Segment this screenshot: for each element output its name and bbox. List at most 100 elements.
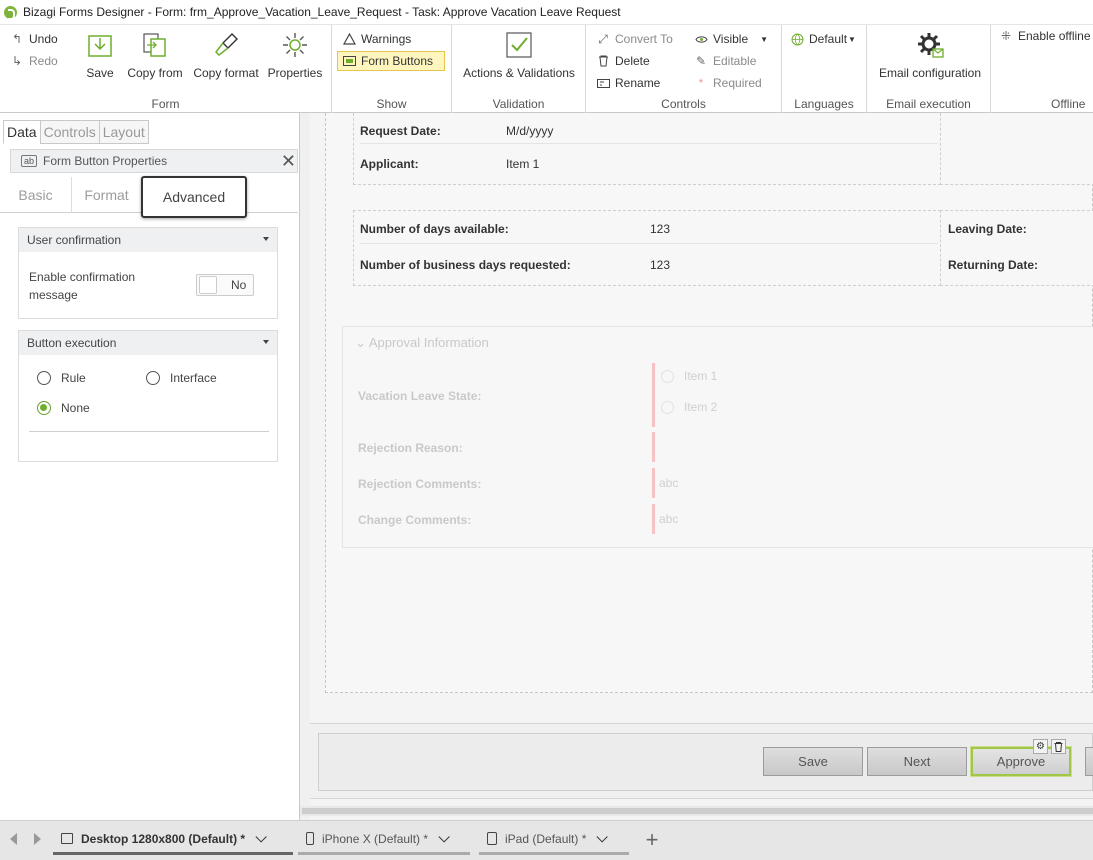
button-control-icon: ab (21, 155, 38, 167)
edit-icon: ✎ (695, 54, 707, 68)
tab-data[interactable]: Data (3, 120, 41, 144)
collapse-caret-icon (263, 237, 269, 241)
warning-icon (342, 32, 356, 46)
form-area: Request Date: M/d/yyyy Applicant: Item 1… (325, 113, 1093, 693)
properties-title: Form Button Properties (43, 154, 168, 168)
ribbon-group-email: Email configuration Email execution (867, 25, 991, 114)
rename-button[interactable]: Rename (596, 76, 660, 90)
device-tab-iphone[interactable]: iPhone X (Default) * (298, 825, 470, 855)
language-dropdown[interactable]: Default ▼ (790, 32, 856, 46)
phone-icon (306, 832, 314, 845)
request-group-right (940, 113, 1093, 185)
device-tab-ipad[interactable]: iPad (Default) * (479, 825, 629, 855)
form-more-button[interactable] (1085, 747, 1093, 776)
button-settings-gear-icon[interactable]: ⚙ (1033, 739, 1048, 754)
required-button[interactable]: * Required (694, 76, 762, 90)
ribbon-group-validation: Actions & Validations Validation (452, 25, 586, 114)
device-bar: Desktop 1280x800 (Default) * iPhone X (D… (0, 820, 1093, 860)
copy-from-button[interactable]: Copy from (126, 31, 184, 80)
collapse-caret-icon (263, 340, 269, 344)
radio-none[interactable]: None (37, 401, 90, 415)
trash-icon (596, 54, 610, 68)
add-device-plus-icon[interactable]: + (632, 825, 672, 855)
tab-layout[interactable]: Layout (98, 120, 149, 144)
chevron-down-icon[interactable] (438, 830, 450, 843)
leaving-date-row[interactable]: Leaving Date: (948, 214, 1027, 244)
bizagi-logo-icon (4, 5, 17, 20)
email-gear-icon (916, 31, 944, 59)
desktop-icon (61, 833, 73, 844)
form-buttons-icon (342, 54, 356, 68)
button-delete-trash-icon[interactable] (1051, 739, 1066, 754)
next-device-arrow-icon[interactable] (34, 833, 41, 845)
editable-button[interactable]: ✎ Editable (694, 54, 756, 68)
ribbon-group-offline: ⁜ Enable offline Offline (991, 25, 1093, 114)
chevron-down-icon[interactable] (596, 830, 609, 843)
horizontal-scrollbar[interactable] (300, 806, 1093, 816)
subtab-basic[interactable]: Basic (0, 177, 72, 213)
previous-device-arrow-icon[interactable] (10, 833, 17, 845)
applicant-row[interactable]: Applicant: Item 1 (360, 149, 938, 179)
request-date-row[interactable]: Request Date: M/d/yyyy (360, 118, 938, 144)
left-panel: Data Controls Layout ab Form Button Prop… (0, 113, 300, 820)
device-tab-desktop[interactable]: Desktop 1280x800 (Default) * (53, 825, 293, 855)
actions-validations-button[interactable]: Actions & Validations (460, 31, 578, 80)
properties-panel: ab Form Button Properties ✕ Basic Format… (0, 149, 298, 809)
delete-button[interactable]: Delete (596, 54, 650, 68)
confirmation-label: Enable confirmation message (29, 270, 136, 302)
ribbon-group-controls: ⤢ Convert To Delete Rename Visible ▼ ✎ Edi… (586, 25, 782, 114)
properties-button[interactable]: Properties (268, 31, 322, 80)
convert-icon: ⤢ (598, 31, 608, 46)
subtab-advanced[interactable]: Advanced (141, 176, 247, 218)
state-item-2[interactable]: Item 2 (661, 400, 717, 414)
email-configuration-button[interactable]: Email configuration (875, 31, 985, 80)
undo-icon: ↰ (11, 32, 23, 46)
change-comments-input[interactable]: abc (652, 504, 1092, 534)
save-button[interactable]: Save (86, 31, 114, 80)
copy-format-button[interactable]: Copy format (192, 31, 260, 80)
confirmation-toggle[interactable]: No (196, 274, 254, 296)
rejection-reason-input[interactable] (652, 432, 1092, 462)
user-confirmation-header[interactable]: User confirmation (19, 228, 277, 252)
scrollbar-thumb[interactable] (302, 808, 1093, 814)
state-item-1[interactable]: Item 1 (661, 369, 717, 383)
approval-header[interactable]: ⌄ Approval Information (355, 335, 489, 351)
email-group-label: Email execution (886, 97, 971, 111)
vacation-state-label: Vacation Leave State: (358, 389, 482, 403)
rejection-comments-label: Rejection Comments: (358, 477, 482, 491)
enable-offline-button[interactable]: ⁜ Enable offline (999, 29, 1091, 43)
form-next-button[interactable]: Next (867, 747, 967, 776)
business-days-row[interactable]: Number of business days requested: 123 (360, 250, 938, 280)
subtab-format[interactable]: Format (72, 177, 142, 213)
language-dropdown-icon: ▼ (848, 34, 856, 44)
days-available-row[interactable]: Number of days available: 123 (360, 214, 938, 244)
undo-button[interactable]: ↰ Undo (10, 32, 58, 46)
radio-interface[interactable]: Interface (146, 371, 217, 385)
asterisk-icon: * (698, 76, 704, 90)
form-buttons-toggle[interactable]: Form Buttons (337, 51, 445, 71)
tab-controls[interactable]: Controls (39, 120, 100, 144)
toggle-knob (199, 276, 217, 294)
close-icon[interactable]: ✕ (281, 152, 296, 170)
rejection-comments-input[interactable]: abc (652, 468, 1092, 498)
convert-to-button[interactable]: ⤢ Convert To (596, 31, 673, 47)
visible-button[interactable]: Visible ▼ (694, 32, 768, 46)
redo-button[interactable]: ↳ Redo (10, 54, 58, 68)
form-save-button[interactable]: Save (763, 747, 863, 776)
chevron-down-icon[interactable] (255, 830, 267, 843)
warnings-button[interactable]: Warnings (342, 32, 411, 46)
properties-header: ab Form Button Properties ✕ (10, 149, 298, 173)
ribbon-group-languages: Default ▼ Languages (782, 25, 867, 114)
show-group-label: Show (376, 97, 407, 111)
offline-icon: ⁜ (1000, 29, 1012, 43)
title-bar: Bizagi Forms Designer - Form: frm_Approv… (0, 0, 1093, 24)
returning-date-row[interactable]: Returning Date: (948, 250, 1038, 280)
gear-icon (281, 31, 309, 59)
visible-dropdown-icon[interactable]: ▼ (760, 35, 768, 44)
form-button-bar: Save Next Approve ⚙ (310, 723, 1093, 799)
offline-group-label: Offline (1051, 97, 1086, 111)
globe-icon (790, 32, 804, 46)
radio-rule[interactable]: Rule (37, 371, 86, 385)
button-execution-header[interactable]: Button execution (19, 331, 277, 355)
change-comments-label: Change Comments: (358, 513, 472, 527)
